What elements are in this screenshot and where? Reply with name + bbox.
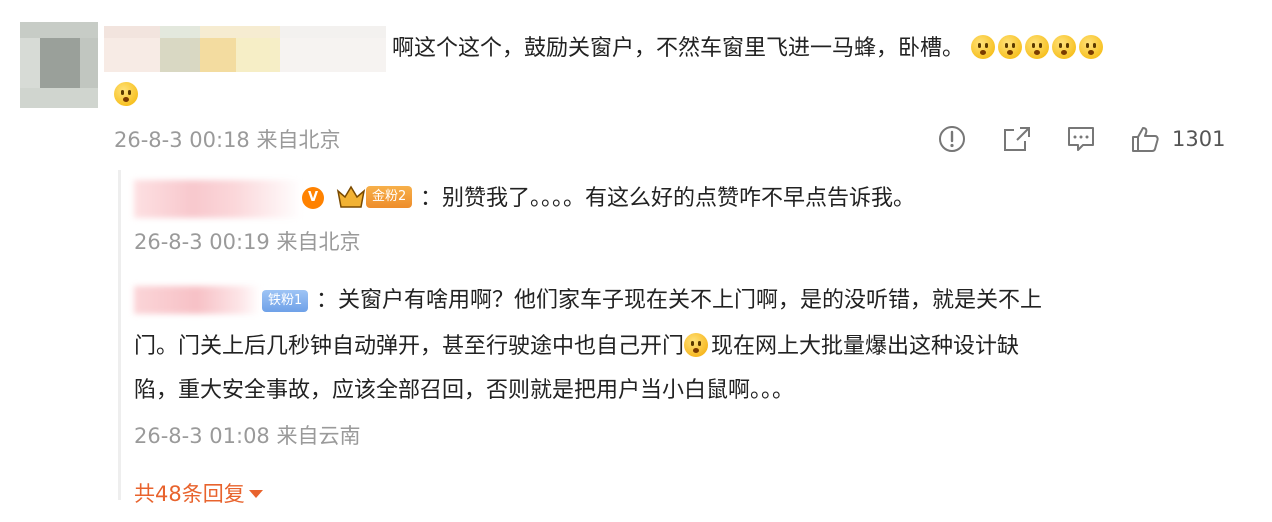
reply-time: 26-8-3 00:19 bbox=[134, 230, 270, 254]
reply-time: 26-8-3 01:08 bbox=[134, 424, 270, 448]
crying-emoji-icon bbox=[684, 333, 709, 357]
reply-source: 来自北京 bbox=[276, 230, 361, 254]
kiss-emoji-icon bbox=[998, 35, 1023, 59]
kiss-emoji-icon bbox=[1079, 35, 1104, 59]
reply-text-line1: ：关窗户有啥用啊？他们家车子现在关不上门啊，是的没听错，就是关不上 bbox=[316, 288, 1043, 313]
reply-meta: 26-8-3 00:19 来自北京 bbox=[134, 226, 360, 256]
comment-icon bbox=[1068, 127, 1094, 151]
kiss-emoji-icon bbox=[1052, 35, 1077, 59]
like-button[interactable]: 1301 bbox=[1130, 124, 1225, 154]
reply-username-blurred[interactable] bbox=[134, 282, 260, 318]
reply-text-line3: 陷，重大安全事故，应该全部召回，否则就是把用户当小白鼠啊。。。 bbox=[134, 378, 795, 403]
reply-source: 来自云南 bbox=[276, 424, 361, 448]
kiss-emoji-icon bbox=[971, 35, 996, 59]
thumbs-up-icon bbox=[1132, 127, 1159, 152]
share-button[interactable] bbox=[1002, 124, 1032, 154]
caret-down-icon bbox=[248, 490, 263, 498]
fan-level-badge: 铁粉1 bbox=[262, 290, 309, 312]
report-icon bbox=[939, 126, 965, 152]
comment-emoji-line2 bbox=[114, 82, 141, 106]
username-blurred[interactable] bbox=[104, 26, 386, 72]
reply-divider bbox=[118, 170, 121, 500]
comment-source: 来自北京 bbox=[256, 128, 341, 152]
verified-badge: V bbox=[302, 186, 324, 209]
reply-text-line2b: 现在网上大批量爆出这种设计缺 bbox=[711, 334, 1020, 359]
comment-meta: 26-8-3 00:18 来自北京 bbox=[114, 124, 340, 154]
reply-meta: 26-8-3 01:08 来自云南 bbox=[134, 420, 360, 450]
comment-button[interactable] bbox=[1066, 124, 1096, 154]
reply-text: ：别赞我了。。。。有这么好的点赞咋不早点告诉我。 bbox=[420, 186, 916, 211]
share-icon bbox=[1004, 127, 1030, 151]
fan-level-badge: 金粉2 bbox=[366, 186, 413, 208]
fan-badge-iron: 铁粉1 bbox=[262, 289, 309, 312]
reply-text-line2: 门。门关上后几秒钟自动弹开，甚至行驶途中也自己开门 现在网上大批量爆出这种设计缺 bbox=[134, 330, 1019, 364]
report-button[interactable] bbox=[938, 124, 966, 154]
avatar[interactable] bbox=[20, 22, 98, 108]
kiss-emoji-icon bbox=[1025, 35, 1050, 59]
reply-username-blurred[interactable] bbox=[134, 180, 302, 218]
comment-text-line1: 啊这个这个，鼓励关窗户，不然车窗里飞进一马蜂，卧槽。 bbox=[392, 36, 965, 61]
kiss-emoji-icon bbox=[114, 82, 138, 106]
reply-text-line2a: 门。门关上后几秒钟自动弹开，甚至行驶途中也自己开门 bbox=[134, 334, 685, 359]
verified-v-icon: V bbox=[302, 187, 324, 209]
more-replies-link[interactable]: 共48条回复 bbox=[134, 478, 263, 508]
crown-icon bbox=[336, 185, 366, 208]
fan-badge-gold: 金粉2 bbox=[336, 183, 413, 211]
comment-text: 啊这个这个，鼓励关窗户，不然车窗里飞进一马蜂，卧槽。 bbox=[392, 32, 1106, 66]
like-count: 1301 bbox=[1172, 127, 1226, 151]
comment-time: 26-8-3 00:18 bbox=[114, 128, 250, 152]
more-replies-label: 共48条回复 bbox=[134, 482, 245, 506]
